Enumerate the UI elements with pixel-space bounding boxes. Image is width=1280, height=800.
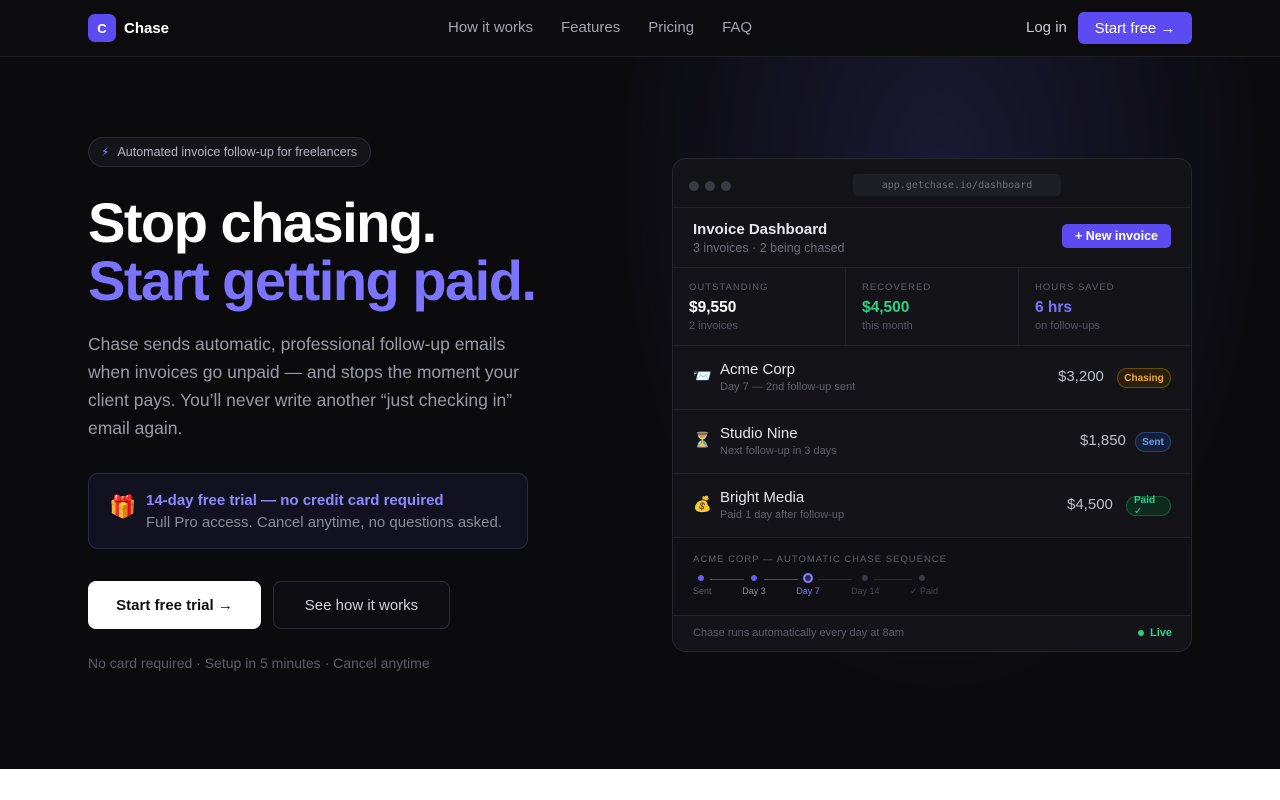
envelope-icon: 📨 [693,368,712,385]
announcement-pill: ⚡ Automated invoice follow-up for freela… [88,137,372,167]
sequence-step: Day 14 [851,573,880,596]
browser-chrome: app.getchase.io/dashboard [673,159,1191,208]
lightning-icon: ⚡ [101,145,110,159]
trial-callout: 🎁 14-day free trial — no credit card req… [88,473,528,549]
dashboard-header: Invoice Dashboard 3 invoices · 2 being c… [673,208,1191,268]
invoice-detail: Next follow-up in 3 days [720,445,837,457]
nav-links: How it works Features Pricing FAQ [448,19,752,36]
stat-value: $9,550 [689,299,737,316]
nav-link-pricing[interactable]: Pricing [648,19,694,36]
step-dot [803,573,813,583]
step-dot [751,575,757,581]
brand-name: Chase [124,19,170,37]
window-dot-icon [689,181,699,191]
invoice-row[interactable]: ⏳ Studio Nine Next follow-up in 3 days $… [673,410,1191,474]
dashboard-preview: app.getchase.io/dashboard Invoice Dashbo… [672,158,1192,652]
hero-lead: Chase sends automatic, professional foll… [88,334,519,438]
stat-sub: on follow-ups [1035,320,1100,332]
stat-outstanding: OUTSTANDING $9,550 2 invoices [673,268,846,345]
brand-logo[interactable]: C Chase [88,14,169,42]
invoice-detail: Paid 1 day after follow-up [720,509,845,521]
start-free-trial-button[interactable]: Start free trial → [88,581,261,629]
trial-subtitle: Full Pro access. Cancel anytime, no ques… [146,514,503,531]
dashboard-title: Invoice Dashboard [693,221,828,238]
stat-recovered: RECOVERED $4,500 this month [846,268,1019,345]
stat-label: RECOVERED [862,282,932,293]
invoice-amount: $4,500 [1067,496,1113,513]
nav-link-features[interactable]: Features [561,19,620,36]
stat-label: OUTSTANDING [689,282,769,293]
invoice-detail: Day 7 — 2nd follow-up sent [720,381,856,393]
invoice-amount: $3,200 [1058,368,1104,385]
status-badge: Paid ✓ [1126,495,1171,517]
step-dot [698,575,704,581]
top-nav: C Chase How it works Features Pricing FA… [0,0,1280,57]
status-badge: Sent [1135,432,1171,452]
see-how-it-works-button[interactable]: See how it works [273,581,450,629]
stat-sub: 2 invoices [689,320,738,332]
headline-line-2: Start getting paid. [88,249,537,312]
sequence-step: Day 3 [742,573,766,596]
sequence-connector [818,579,852,580]
new-invoice-button[interactable]: + New invoice [1062,224,1171,248]
hourglass-icon: ⏳ [693,432,712,449]
dashboard-footer: Chase runs automatically every day at 8a… [673,616,1191,651]
status-badge: Chasing [1117,368,1171,388]
live-label: Live [1150,627,1173,639]
hero-headline: Stop chasing. Start getting paid. [88,191,537,312]
logo-mark: C [88,14,116,42]
invoice-row[interactable]: 💰 Bright Media Paid 1 day after follow-u… [673,474,1191,538]
stat-label: HOURS SAVED [1035,282,1115,293]
url-bar: app.getchase.io/dashboard [853,174,1061,196]
step-label: Day 3 [742,586,766,596]
nav-link-faq[interactable]: FAQ [722,19,752,36]
sequence-step-current: Day 7 [796,573,820,596]
trial-title: 14-day free trial — no credit card requi… [146,492,444,509]
hero-page: C Chase How it works Features Pricing FA… [0,0,1280,769]
stat-hours-saved: HOURS SAVED 6 hrs on follow-ups [1019,268,1191,345]
sequence-connector [764,579,798,580]
headline-line-1: Stop chasing. [88,191,437,254]
step-label: Sent [693,586,712,596]
stat-sub: this month [862,320,913,332]
invoice-amount: $1,850 [1080,432,1126,449]
invoice-client: Studio Nine [720,425,798,442]
login-link[interactable]: Log in [1026,19,1067,36]
invoice-client: Acme Corp [720,361,796,378]
chase-sequence: ACME CORP — AUTOMATIC CHASE SEQUENCE Sen… [673,538,1191,616]
footer-note: Chase runs automatically every day at 8a… [693,627,904,639]
step-label: Day 7 [796,586,820,596]
gift-icon: 🎁 [109,494,137,519]
sequence-label: ACME CORP — AUTOMATIC CHASE SEQUENCE [693,554,948,565]
start-free-button[interactable]: Start free → [1078,12,1192,44]
money-bag-icon: 💰 [693,496,712,513]
step-label: Day 14 [851,586,880,596]
step-label: ✓ Paid [910,586,939,596]
dashboard-subtitle: 3 invoices · 2 being chased [693,241,845,255]
invoice-client: Bright Media [720,489,805,506]
stat-value: $4,500 [862,299,910,316]
live-dot-icon [1138,630,1144,636]
stat-value: 6 hrs [1035,299,1073,316]
fineprint: No card required · Setup in 5 minutes · … [88,655,430,671]
stats-row: OUTSTANDING $9,550 2 invoices RECOVERED … [673,268,1191,346]
sequence-connector [710,579,744,580]
step-dot [919,575,925,581]
live-indicator: Live [1138,627,1172,639]
window-dot-icon [705,181,715,191]
sequence-connector [874,579,912,580]
sequence-step: ✓ Paid [910,573,939,597]
nav-link-how-it-works[interactable]: How it works [448,19,533,36]
pill-text: Automated invoice follow-up for freelanc… [117,145,358,159]
window-dot-icon [721,181,731,191]
step-dot [862,575,868,581]
sequence-step: Sent [693,573,712,596]
invoice-row[interactable]: 📨 Acme Corp Day 7 — 2nd follow-up sent $… [673,346,1191,410]
